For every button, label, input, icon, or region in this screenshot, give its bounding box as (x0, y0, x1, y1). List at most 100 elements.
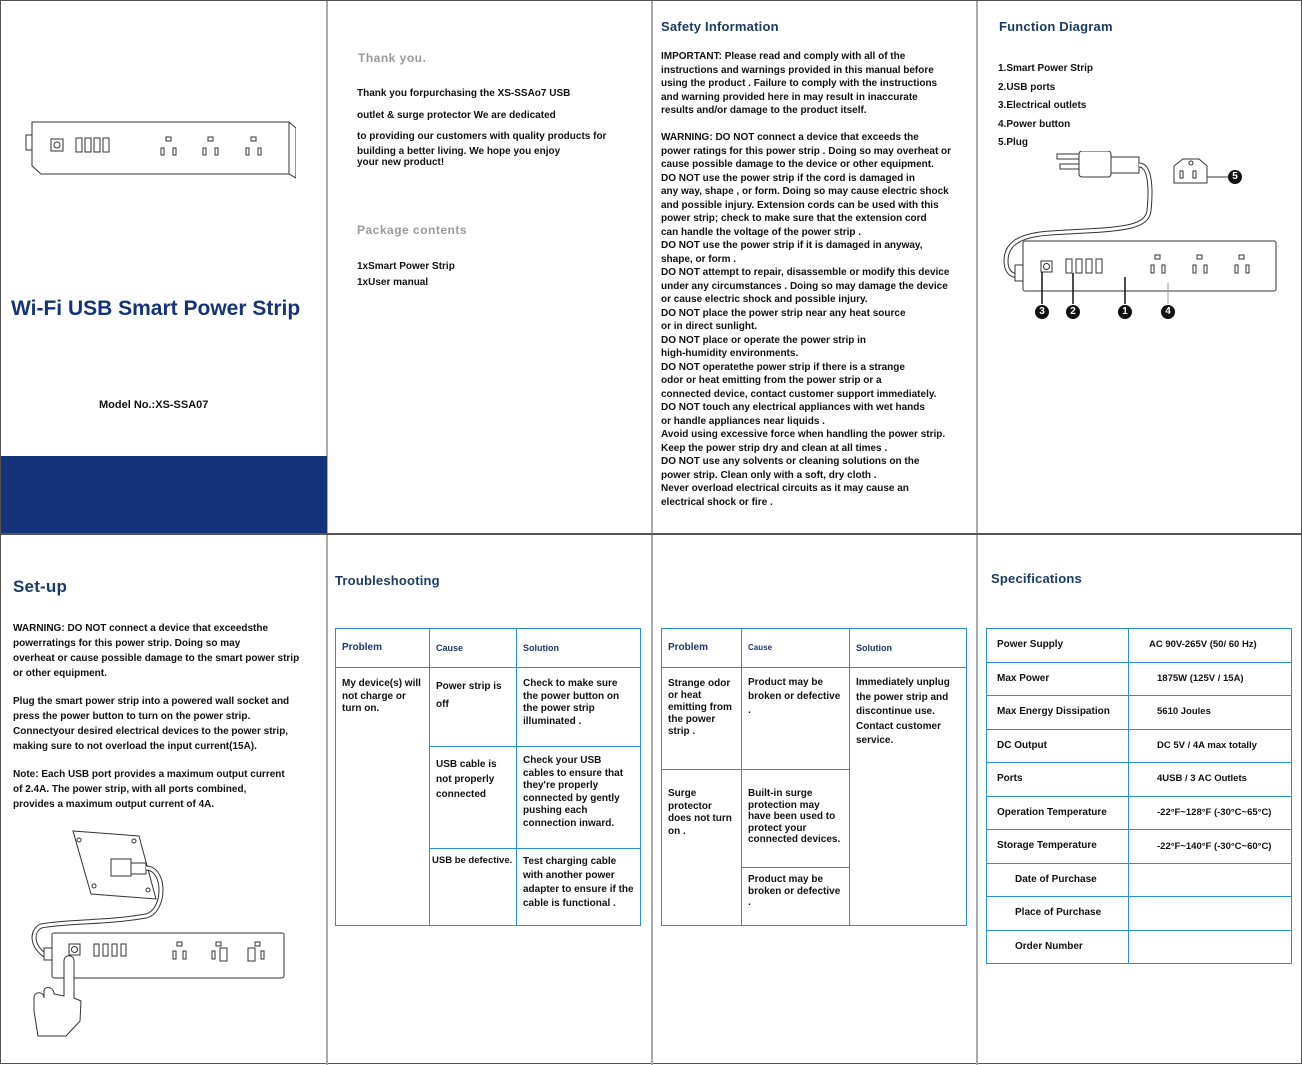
text-line: DO NOT attempt to repair, disassemble or… (661, 267, 950, 278)
text-line: and possible injury. Extension cords can… (661, 199, 939, 211)
header-problem: Problem (335, 628, 430, 668)
setup-warning: WARNING: DO NOT connect a device that ex… (13, 621, 299, 681)
setup-heading: Set-up (13, 577, 68, 596)
spec-row: Max Power 1875W (125V / 15A) (986, 661, 1292, 696)
spec-label: Ports (986, 762, 1129, 797)
text-line: results and/or damage to the product its… (661, 105, 867, 116)
package-item: 1xUser manual (357, 277, 429, 288)
troubleshooting-table-1: Problem Cause Solution My device(s) will… (335, 628, 641, 926)
text-line: or in direct sunlight. (661, 321, 758, 332)
safety-heading: Safety Information (661, 19, 779, 34)
text-line: electrical shock or fire . (661, 496, 773, 508)
spec-value: DC 5V / 4A max totally (1128, 728, 1292, 763)
spec-value: 4USB / 3 AC Outlets (1128, 762, 1292, 797)
spec-row: Date of Purchase (986, 862, 1292, 897)
function-list: 1.Smart Power Strip 2.USB ports 3.Electr… (998, 60, 1093, 153)
spec-value: 5610 Joules (1128, 695, 1292, 730)
spec-value: -22°F~140°F (-30°C~60°C) (1128, 829, 1292, 864)
cause-cell: Product may be broken or defective . (741, 867, 850, 926)
spec-label: Operation Temperature (986, 795, 1129, 830)
text-line: Never overload electrical circuits as it… (661, 483, 909, 494)
text-line: cause possible damage to the device or o… (661, 159, 934, 170)
text-line: making sure to not overload the input cu… (13, 741, 257, 752)
spec-value[interactable] (1128, 862, 1292, 897)
function-diagram (1003, 151, 1277, 304)
problem-cell: Strange odor or heat emitting from the p… (661, 667, 742, 770)
table-header-row: Problem Cause Solution (335, 628, 641, 668)
text-line: DO NOT use any solvents or cleaning solu… (661, 456, 920, 467)
callout-4: 4 (1161, 305, 1175, 319)
text-line: shape, or form . (661, 253, 737, 265)
text-line: press the power button to turn on the po… (13, 711, 251, 722)
spec-row: Max Energy Dissipation 5610 Joules (986, 695, 1292, 730)
spec-row: Ports 4USB / 3 AC Outlets (986, 762, 1292, 797)
header-cause: Cause (741, 628, 850, 668)
problem-cell: Surge protector does not turn on . (661, 769, 742, 926)
thanks-line: Thank you forpurchasing the XS-SSAo7 USB (357, 88, 571, 99)
text-line: or handle appliances near liquids . (661, 415, 825, 427)
spec-label: Max Power (986, 661, 1129, 696)
package-item: 1xSmart Power Strip (357, 261, 455, 272)
text-line: overheat or cause possible damage to the… (13, 653, 300, 664)
function-heading: Function Diagram (999, 19, 1113, 34)
spec-label: Order Number (986, 929, 1129, 964)
solution-cell: Check to make sure the power button on t… (516, 667, 641, 747)
function-item: 3.Electrical outlets (998, 100, 1087, 111)
callout-5: 5 (1228, 170, 1242, 184)
table-row: Strange odor or heat emitting from the p… (661, 667, 967, 926)
callout-2: 2 (1066, 305, 1080, 319)
text-line: DO NOT use the power strip if it is dama… (661, 240, 923, 251)
spec-row: Place of Purchase (986, 896, 1292, 931)
function-item: 2.USB ports (998, 81, 1056, 93)
model-number: Model No.:XS-SSA07 (99, 399, 209, 411)
text-line: Avoid using excessive force when handlin… (661, 429, 946, 440)
thanks-line: outlet & surge protector We are dedicate… (357, 109, 556, 121)
safety-important: IMPORTANT: Please read and comply with a… (661, 50, 937, 118)
spec-value[interactable] (1128, 929, 1292, 964)
troubleshooting-table-2: Problem Cause Solution Strange odor or h… (661, 628, 967, 926)
text-line: DO NOT place the power strip near any he… (661, 307, 906, 319)
text-line: WARNING: DO NOT connect a device that ex… (661, 132, 919, 143)
text-line: Keep the power strip dry and clean at al… (661, 442, 888, 454)
function-item: 5.Plug (998, 137, 1029, 148)
thanks-text: Thank you forpurchasing the XS-SSAo7 USB… (357, 87, 606, 168)
text-line: of 2.4A. The power strip, with all ports… (13, 784, 247, 795)
spec-row: Power Supply AC 90V-265V (50/ 60 Hz) (986, 628, 1292, 663)
text-line: power ratings for this power strip . Doi… (661, 145, 952, 157)
text-line: power strip; check to make sure that the… (661, 213, 927, 224)
solution-cell: Immediately unplug the power strip and d… (849, 667, 967, 926)
specifications-table: Power Supply AC 90V-265V (50/ 60 Hz) Max P… (986, 628, 1292, 964)
spec-label: Max Energy Dissipation (986, 695, 1129, 730)
spec-value[interactable] (1128, 896, 1292, 931)
package-heading: Package contents (357, 223, 468, 237)
text-line: and warning provided here in may result … (661, 91, 918, 103)
text-line: DO NOT touch any electrical appliances w… (661, 402, 925, 413)
text-line: using the product . Failure to comply wi… (661, 78, 938, 89)
thanks-line: building a better living. We hope you en… (357, 145, 561, 157)
spec-label: Place of Purchase (986, 896, 1129, 931)
text-line: power strip. Clean only with a soft, dry… (661, 469, 877, 481)
cause-cell: Built-in surge protection may have been … (741, 769, 850, 868)
text-line: or cause electric shock and possible inj… (661, 294, 868, 305)
text-line: connected device, contact customer suppo… (661, 388, 937, 400)
spec-row: Order Number (986, 929, 1292, 964)
spec-label: Date of Purchase (986, 862, 1129, 897)
thanks-heading: Thank you. (358, 51, 427, 65)
problem-cell: My device(s) will not charge or turn on. (335, 667, 430, 926)
specifications-heading: Specifications (991, 571, 1082, 586)
text-line: IMPORTANT: Please read and comply with a… (661, 51, 906, 62)
setup-plug-instructions: Plug the smart power strip into a powere… (13, 694, 289, 754)
spec-row: Operation Temperature -22°F~128°F (-30°C~… (986, 795, 1292, 830)
spec-label: DC Output (986, 728, 1129, 763)
spec-row: DC Output DC 5V / 4A max totally (986, 728, 1292, 763)
spec-row: Storage Temperature -22°F~140°F (-30°C~60… (986, 829, 1292, 864)
cause-cell: Power strip is off (429, 667, 517, 747)
text-line: DO NOT place or operate the power strip … (661, 334, 867, 346)
text-line: powerratings for this power strip. Doing… (13, 638, 241, 649)
text-line: provides a maximum output current of 4A. (13, 799, 215, 810)
header-solution: Solution (849, 628, 967, 668)
text-line: can handle the voltage of the power stri… (661, 226, 862, 238)
text-line: or other equipment. (13, 668, 107, 679)
text-line: Plug the smart power strip into a powere… (13, 696, 290, 707)
product-title: Wi-Fi USB Smart Power Strip (11, 297, 301, 320)
